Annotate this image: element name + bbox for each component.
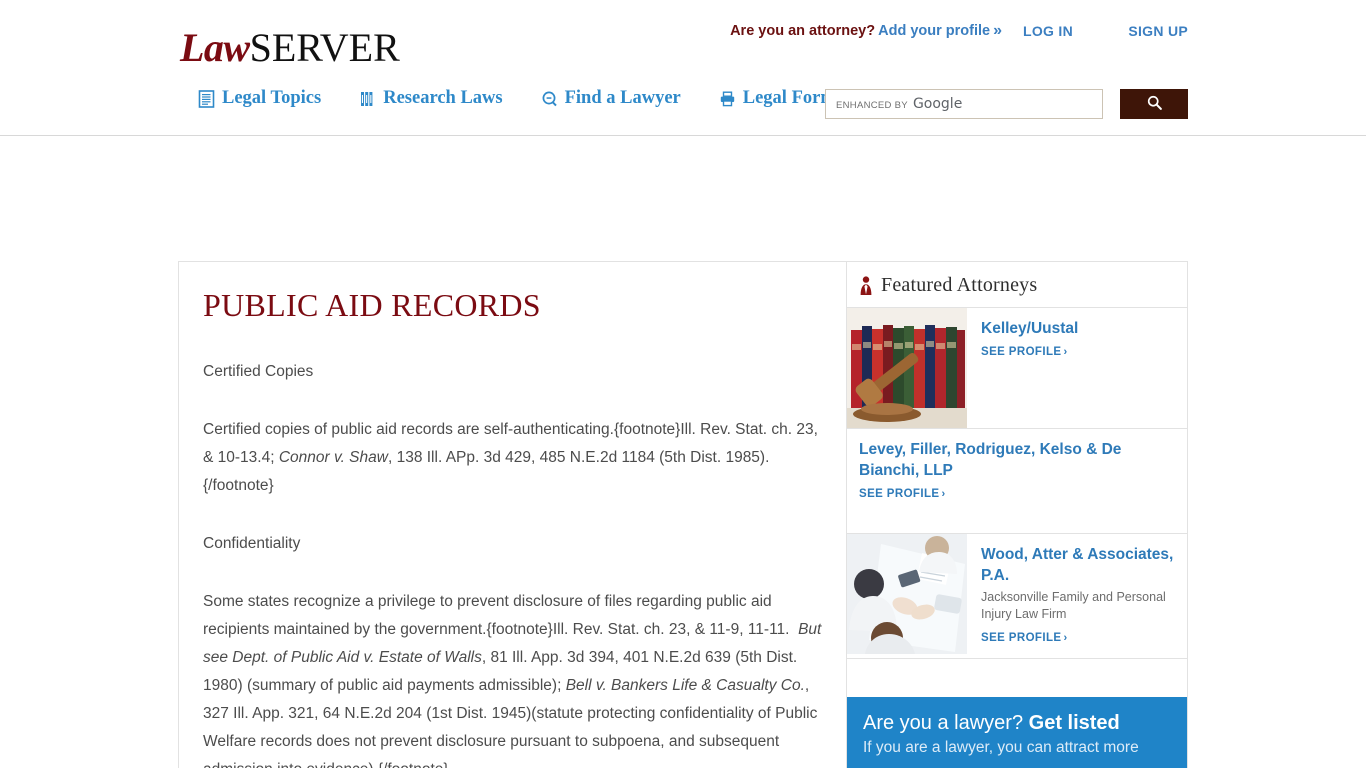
article-column: PUBLIC AID RECORDS Certified Copies Cert… [179,262,847,768]
paragraph-2-citation-2: Bell v. Bankers Life & Casualty Co. [565,677,805,694]
content-area: PUBLIC AID RECORDS Certified Copies Cert… [178,136,1188,768]
content-panel: PUBLIC AID RECORDS Certified Copies Cert… [178,261,1188,768]
get-listed-subtitle: If you are a lawyer, you can attract mor… [863,739,1139,756]
page-title: PUBLIC AID RECORDS [203,287,541,323]
page-root: LawSERVER Are you an attorney? Add your p… [0,0,1366,768]
search-area: ENHANCED BY Google [825,89,1188,119]
signup-link[interactable]: SIGN UP [1128,23,1188,39]
login-link[interactable]: LOG IN [1023,23,1073,39]
logo-server-text: SERVER [249,25,400,70]
person-tie-icon [859,275,873,296]
paragraph-2-part-a: Some states recognize a privilege to pre… [203,593,799,638]
section-heading-confidentiality: Confidentiality [203,535,301,552]
attorney-description: Jacksonville Family and Personal Injury … [981,590,1166,621]
chevron-right-icon: » [993,22,1002,39]
sidebar-spacer [847,658,1187,697]
attorney-promo-question: Are you an attorney? [730,23,876,39]
search-input[interactable]: ENHANCED BY Google [825,89,1103,119]
attorney-info: Kelley/Uustal SEE PROFILE › [967,308,1187,428]
nav-label-research-laws: Research Laws [383,88,503,108]
main-navigation: Legal Topics Research Laws Find a Lawyer… [198,88,843,109]
chevron-right-icon: › [1063,346,1068,358]
chevron-right-icon: › [1063,632,1068,644]
section-heading-certified-copies: Certified Copies [203,363,314,380]
see-profile-label: SEE PROFILE [981,346,1062,358]
search-enhanced-by-label: ENHANCED BY [836,100,908,111]
get-listed-banner[interactable]: Are you a lawyer? Get listed If you are … [847,697,1187,768]
see-profile-link[interactable]: SEE PROFILE › [981,632,1068,644]
get-listed-title-bold: Get listed [1028,712,1120,734]
attorney-info: Wood, Atter & Associates, P.A. Jacksonvi… [967,534,1187,658]
attorney-name-link[interactable]: Kelley/Uustal [981,318,1175,339]
paragraph-certified-copies: Certified copies of public aid records a… [203,416,822,500]
search-icon [1146,94,1163,114]
meeting-table-photo [847,534,967,654]
see-profile-link[interactable]: SEE PROFILE › [981,346,1068,358]
get-listed-title-plain: Are you a lawyer? [863,712,1029,734]
get-listed-title: Are you a lawyer? Get listed [863,710,1171,736]
chevron-right-icon: › [941,488,946,500]
logo-law-text: Law [180,25,250,70]
nav-label-legal-topics: Legal Topics [222,88,322,108]
law-books-gavel-photo [847,308,967,428]
attorney-name-link[interactable]: Levey, Filler, Rodriguez, Kelso & De Bia… [859,439,1175,481]
search-button[interactable] [1120,89,1188,119]
see-profile-link[interactable]: SEE PROFILE › [859,488,946,500]
sidebar: Featured Attorneys Kelley/Uustal SEE PRO… [847,262,1187,768]
nav-item-legal-topics[interactable]: Legal Topics [198,88,321,109]
search-placeholder: ENHANCED BY Google [836,96,962,112]
site-header: LawSERVER Are you an attorney? Add your p… [0,0,1366,136]
books-icon [359,90,376,108]
document-list-icon [198,89,215,108]
nav-item-research-laws[interactable]: Research Laws [359,88,503,109]
add-your-profile-link[interactable]: Add your profile [878,23,990,39]
nav-item-find-a-lawyer[interactable]: Find a Lawyer [541,88,681,109]
paragraph-1-citation: Connor v. Shaw [278,449,388,466]
header-inner: LawSERVER Are you an attorney? Add your p… [178,0,1188,135]
attorney-promo: Are you an attorney? Add your profile» [730,22,1002,40]
search-google-label: Google [912,96,963,112]
paragraph-confidentiality: Some states recognize a privilege to pre… [203,588,822,768]
magnifier-icon [541,90,558,108]
featured-attorneys-title: Featured Attorneys [881,274,1038,296]
featured-attorneys-header: Featured Attorneys [847,262,1187,307]
nav-label-find-a-lawyer: Find a Lawyer [564,88,681,108]
printer-icon [719,90,736,108]
attorney-card[interactable]: Levey, Filler, Rodriguez, Kelso & De Bia… [847,428,1187,533]
attorney-name-link[interactable]: Wood, Atter & Associates, P.A. [981,544,1175,586]
attorney-card[interactable]: Kelley/Uustal SEE PROFILE › [847,307,1187,428]
attorney-card[interactable]: Wood, Atter & Associates, P.A. Jacksonvi… [847,533,1187,658]
site-logo[interactable]: LawSERVER [180,26,400,70]
see-profile-label: SEE PROFILE [859,488,940,500]
see-profile-label: SEE PROFILE [981,632,1062,644]
